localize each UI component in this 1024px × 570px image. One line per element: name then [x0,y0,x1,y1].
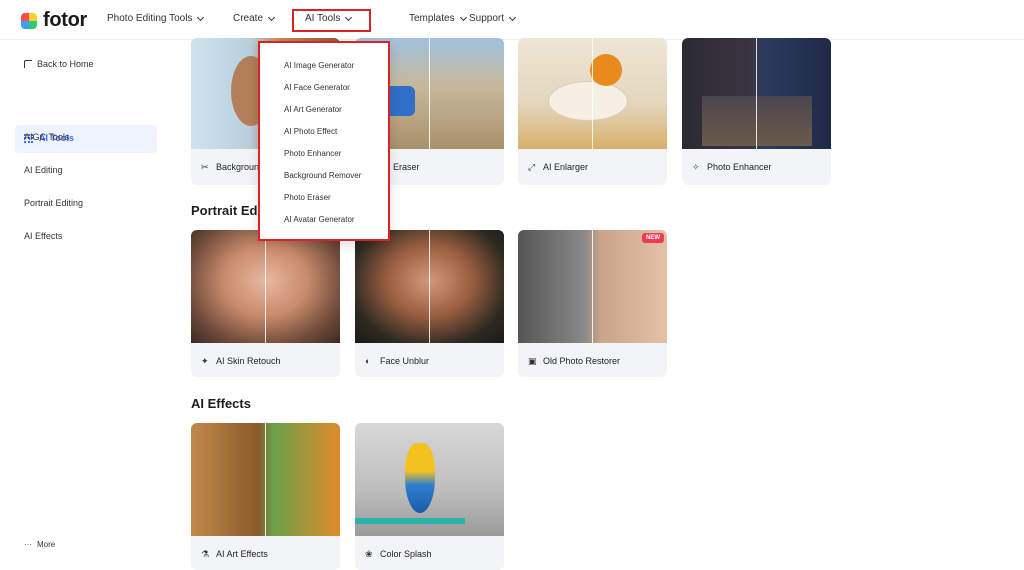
card-title: Face Unblur [380,356,430,366]
nav-label: Templates [409,13,455,24]
card-image [355,423,504,536]
contrast-icon: ◐ [365,355,371,366]
nav-ai-tools-highlight [292,9,371,32]
menu-item-photo-eraser[interactable]: Photo Eraser [284,193,331,202]
image-restore-icon: ▣ [528,355,537,366]
card-image [191,423,340,536]
card-label: ✧ Photo Enhancer [692,162,772,172]
card-label: ✂ Backgroun [201,162,259,172]
color-circles-icon: ❀ [365,548,373,559]
sparkle-icon: ✦ [201,355,209,366]
top-navigation: fotor Photo Editing Tools Create AI Tool… [0,0,1024,40]
chevron-down-icon [508,13,517,21]
card-title: Photo Enhancer [707,162,772,172]
card-label: ⚗ AI Art Effects [201,549,268,559]
nav-templates[interactable]: Templates [409,13,467,24]
card-color-splash[interactable]: ❀ Color Splash [355,423,504,570]
sidebar-label: AI Editing [24,165,63,175]
card-face-unblur[interactable]: ◐ Face Unblur [355,230,504,377]
card-image: NEW [518,230,667,343]
card-label: ⤢ AI Enlarger [528,162,588,172]
card-title: AI Enlarger [543,162,589,172]
sidebar-item-ai-effects[interactable]: AI Effects [24,231,62,241]
card-label: ◐ Face Unblur [365,356,429,366]
nav-photo-editing-tools[interactable]: Photo Editing Tools [107,13,205,24]
card-ai-skin-retouch[interactable]: ✦ AI Skin Retouch [191,230,340,377]
sidebar-item-ai-editing[interactable]: AI Editing [24,165,63,175]
back-arrow-icon [24,60,32,68]
sidebar-label: Portrait Editing [24,198,84,208]
card-image [191,230,340,343]
fotor-logo-icon [21,12,37,29]
card-title: Color Splash [380,549,432,559]
ellipsis-icon: ··· [24,540,32,549]
menu-item-ai-face-generator[interactable]: AI Face Generator [284,83,350,92]
enlarge-icon: ⤢ [528,161,536,172]
menu-item-ai-art-generator[interactable]: AI Art Generator [284,105,342,114]
card-title: Backgroun [216,162,260,172]
card-old-photo-restorer[interactable]: NEW ▣ Old Photo Restorer [518,230,667,377]
card-label: ❀ Color Splash [365,549,432,559]
section-title-ai-effects: AI Effects [191,396,251,411]
sidebar-item-portrait-editing[interactable]: Portrait Editing [24,198,83,208]
chevron-down-icon [267,13,276,21]
nav-create[interactable]: Create [233,13,276,24]
back-to-home-link[interactable]: Back to Home [24,59,94,69]
nav-label: Support [469,13,505,24]
chevron-down-icon [459,13,467,21]
sidebar-label: AI Effects [24,231,63,241]
new-badge: NEW [642,233,664,243]
menu-item-photo-enhancer[interactable]: Photo Enhancer [284,149,341,158]
fotor-logo[interactable]: fotor [21,9,87,32]
flask-icon: ⚗ [201,548,210,559]
more-label: More [37,540,56,549]
scissors-icon: ✂ [201,161,209,172]
card-photo-enhancer[interactable]: ✧ Photo Enhancer [682,38,831,185]
card-ai-art-effects[interactable]: ⚗ AI Art Effects [191,423,340,570]
card-title: AI Art Effects [216,549,268,559]
card-image [355,230,504,343]
nav-label: Photo Editing Tools [107,13,193,24]
back-label: Back to Home [37,59,94,69]
card-title: Old Photo Restorer [543,356,621,366]
nav-label: Create [233,13,264,24]
ai-tools-dropdown: AI Image Generator AI Face Generator AI … [258,41,390,241]
menu-item-ai-avatar-generator[interactable]: AI Avatar Generator [284,215,355,224]
card-image [682,38,831,149]
card-label: ✦ AI Skin Retouch [201,356,281,366]
sidebar: Back to Home AI Tools AIGC Tools AI Edit… [0,41,170,568]
card-label: ▣ Old Photo Restorer [528,356,620,366]
magic-wand-icon: ✧ [692,161,700,172]
sidebar-item-aigc-tools[interactable]: AIGC Tools [24,132,69,142]
card-ai-enlarger[interactable]: ⤢ AI Enlarger [518,38,667,185]
more-button[interactable]: ··· More [24,540,55,549]
chevron-down-icon [197,13,205,21]
menu-item-ai-image-generator[interactable]: AI Image Generator [284,61,354,70]
section-title-portrait-editing: Portrait Edit [191,203,266,218]
sidebar-label: AIGC Tools [24,132,70,142]
menu-item-background-remover[interactable]: Background Remover [284,171,361,180]
card-image [518,38,667,149]
card-title: AI Skin Retouch [216,356,281,366]
nav-support[interactable]: Support [469,13,517,24]
menu-item-ai-photo-effect[interactable]: AI Photo Effect [284,127,337,136]
logo-text: fotor [43,9,88,31]
